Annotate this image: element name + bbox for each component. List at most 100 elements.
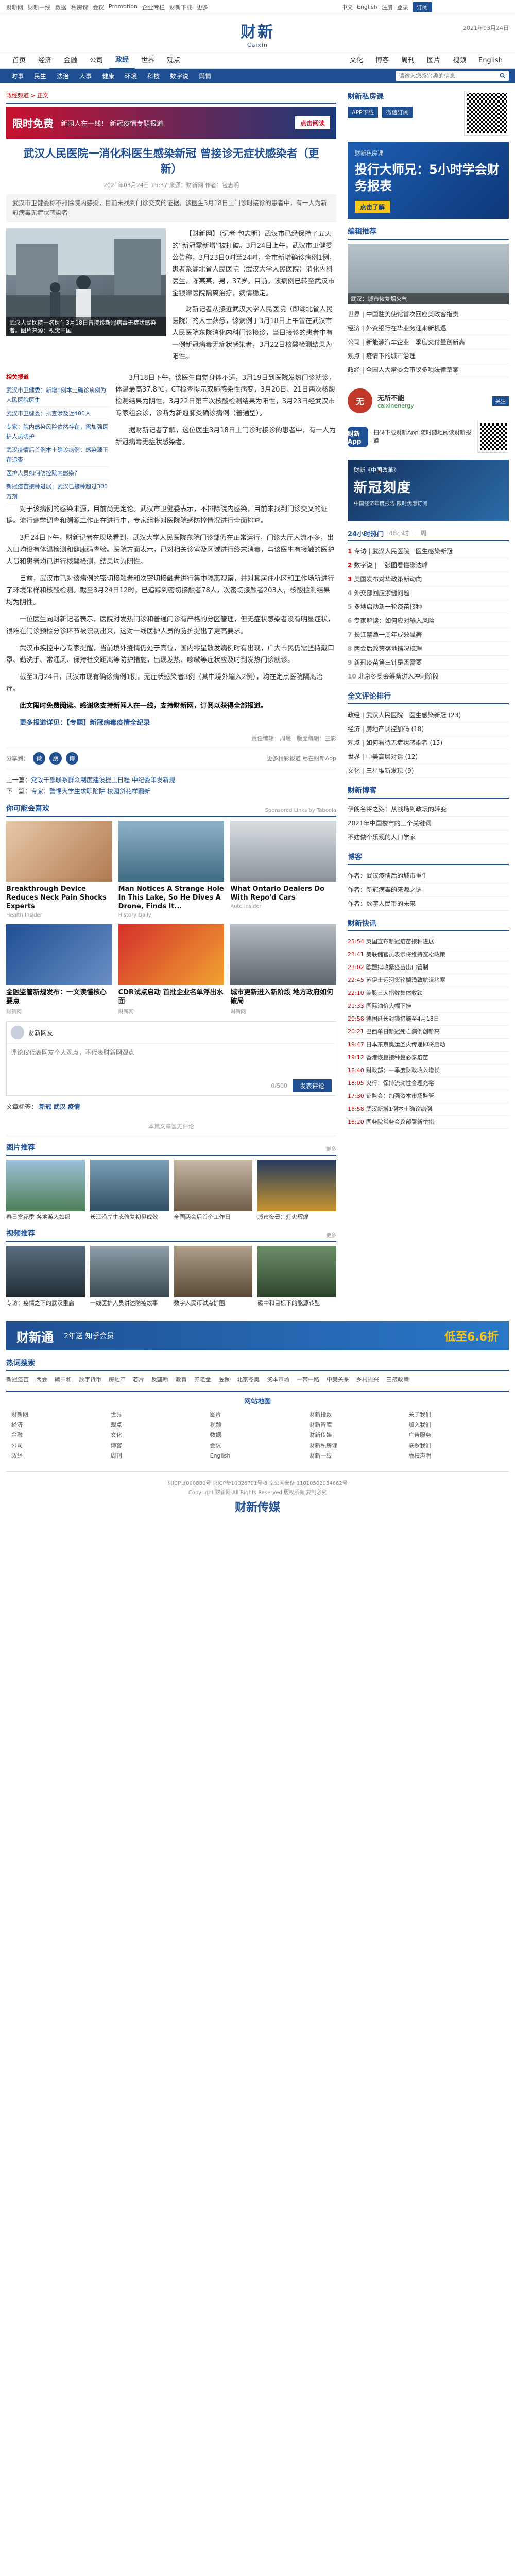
- more-reading-link[interactable]: 更多报道详见：【专题】新冠病毒疫情全纪录: [6, 717, 336, 729]
- comment-rank-item[interactable]: 文化 | 三星堆新发现 (9): [348, 764, 509, 778]
- site-map-link[interactable]: 财新私房课: [309, 1440, 404, 1451]
- site-map-link[interactable]: 广告服务: [408, 1430, 504, 1440]
- site-map-link[interactable]: English: [210, 1451, 305, 1461]
- ranking-item[interactable]: 4 外交部回应涉疆问题: [348, 586, 509, 600]
- top-link[interactable]: Promotion: [109, 3, 138, 11]
- related-link[interactable]: 医护人员如何防控院内感染？: [6, 467, 109, 480]
- newsflash-item[interactable]: 22:10 美股三大指数集体收跌: [348, 987, 509, 1000]
- video-item[interactable]: 一线医护人员讲述防疫故事: [90, 1246, 169, 1307]
- wechat-subscribe-button[interactable]: 微信订阅: [382, 107, 413, 118]
- lang-zh[interactable]: 中文: [341, 3, 353, 11]
- newsflash-item[interactable]: 20:21 巴西单日新冠死亡病例创新高: [348, 1026, 509, 1039]
- site-map-link[interactable]: 公司: [11, 1440, 107, 1451]
- site-map-link[interactable]: 财新网: [11, 1410, 107, 1420]
- top-link[interactable]: 数据: [55, 3, 66, 11]
- course-ad[interactable]: 财新私房课 投行大师兄：5小时学会财务报表 点击了解: [348, 142, 509, 219]
- related-link[interactable]: 武汉市卫健委：排查涉及近400人: [6, 407, 109, 420]
- nav-item-active[interactable]: 政经: [109, 53, 135, 69]
- hot-word-link[interactable]: 教育: [176, 1375, 187, 1383]
- site-map-link[interactable]: 财新智库: [309, 1420, 404, 1430]
- site-map-link[interactable]: 联系我们: [408, 1440, 504, 1451]
- video-strip-more[interactable]: 更多: [326, 1231, 336, 1239]
- comment-input[interactable]: [7, 1044, 336, 1075]
- nav-item[interactable]: 首页: [6, 53, 32, 69]
- related-link[interactable]: 武汉疫情后首例本土确诊病例：感染源正在追查: [6, 444, 109, 467]
- tab-24h[interactable]: 24小时热门: [348, 529, 384, 538]
- recommend-card[interactable]: Man Notices A Strange Hole In This Lake,…: [118, 821, 225, 918]
- subnav-item[interactable]: 民生: [29, 72, 52, 80]
- subnav-item[interactable]: 人事: [74, 72, 97, 80]
- nav-item[interactable]: English: [472, 53, 509, 69]
- prev-article-link[interactable]: 党政干部联系群众制度建设提上日程 中纪委印发新规: [31, 776, 175, 784]
- video-item[interactable]: 专访：疫情之下的武汉重启: [6, 1246, 85, 1307]
- weibo-share-icon[interactable]: 博: [66, 752, 78, 765]
- search-icon[interactable]: [496, 71, 509, 81]
- subnav-item[interactable]: 健康: [97, 72, 119, 80]
- app-promo-text[interactable]: 更多精彩报道 尽在财新App: [267, 754, 336, 762]
- hot-word-link[interactable]: 资本市场: [267, 1375, 289, 1383]
- related-link[interactable]: 新冠疫苗接种进展：武汉已接种超过300万剂: [6, 480, 109, 503]
- photo-item[interactable]: 春日赏花季 各地游人如织: [6, 1160, 85, 1221]
- related-link[interactable]: 专家：院内感染风险依然存在，需加强医护人员防护: [6, 420, 109, 444]
- nav-item[interactable]: 文化: [344, 53, 369, 69]
- top-link[interactable]: 财新一线: [28, 3, 50, 11]
- newsflash-item[interactable]: 19:47 日本东京奥运圣火传递即将启动: [348, 1039, 509, 1052]
- recommend-card[interactable]: 金融监管新规发布：一文读懂核心要点 财新网: [6, 924, 112, 1015]
- nav-item[interactable]: 经济: [32, 53, 58, 69]
- top-link[interactable]: 财新下载: [169, 3, 192, 11]
- ranking-item[interactable]: 9 新冠疫苗第三针是否需要: [348, 656, 509, 670]
- photo-strip-more[interactable]: 更多: [326, 1145, 336, 1153]
- editor-pick-item[interactable]: 世界 | 中国驻美使馆首次回应美政客指责: [348, 308, 509, 321]
- recommend-card[interactable]: CDR试点启动 首批企业名单浮出水面 财新网: [118, 924, 225, 1015]
- subscribe-button[interactable]: 订阅: [412, 2, 432, 12]
- wechat-share-icon[interactable]: 微: [33, 752, 45, 765]
- app-download-button[interactable]: APP下载: [348, 107, 378, 118]
- video-item[interactable]: 碳中和目标下的能源转型: [258, 1246, 336, 1307]
- subnav-item[interactable]: 科技: [142, 72, 165, 80]
- site-map-link[interactable]: 数据: [210, 1430, 305, 1440]
- newsflash-item[interactable]: 22:45 苏伊士运河货轮搁浅致航道堵塞: [348, 974, 509, 987]
- app-icon[interactable]: 财新App: [348, 427, 368, 447]
- site-map-link[interactable]: 财新一线: [309, 1451, 404, 1461]
- blogger-item[interactable]: 作者：武汉疫情后的城市重生: [348, 869, 509, 883]
- nav-item[interactable]: 公司: [83, 53, 109, 69]
- photo-item[interactable]: 长江沿岸生态修复初见成效: [90, 1160, 169, 1221]
- hot-word-link[interactable]: 反垄断: [151, 1375, 168, 1383]
- lang-en[interactable]: English: [357, 4, 377, 10]
- news-photo[interactable]: 武汉人民医院一名医生3月18日曾接诊新冠病毒无症状感染者。图片来源：视觉中国: [6, 228, 166, 336]
- promo-banner[interactable]: 限时免费 新闻人在一线！ 新冠疫情专题报道 点击阅读: [6, 107, 336, 139]
- ranking-item[interactable]: 3 美国发布对华政策新动向: [348, 572, 509, 586]
- submit-comment-button[interactable]: 发表评论: [292, 1079, 332, 1092]
- blog-item[interactable]: 不妨做个乐观的人口学家: [348, 831, 509, 844]
- site-map-link[interactable]: 视频: [210, 1420, 305, 1430]
- tag-link[interactable]: 疫情: [68, 1103, 80, 1110]
- tag-link[interactable]: 武汉: [54, 1103, 66, 1110]
- newsflash-item[interactable]: 18:40 财政部：一季度财政收入增长: [348, 1064, 509, 1077]
- site-map-link[interactable]: 版权声明: [408, 1451, 504, 1461]
- newsflash-item[interactable]: 23:41 美联储官员表示将维持宽松政策: [348, 948, 509, 961]
- hot-word-link[interactable]: 三孩政策: [386, 1375, 409, 1383]
- site-map-link[interactable]: 政经: [11, 1451, 107, 1461]
- hot-word-link[interactable]: 房地产: [109, 1375, 126, 1383]
- hot-word-link[interactable]: 中美关系: [327, 1375, 349, 1383]
- blog-item[interactable]: 2021年中国楼市的三个关键词: [348, 817, 509, 831]
- editor-pick-item[interactable]: 经济 | 外资银行在华业务迎来新机遇: [348, 321, 509, 335]
- comment-rank-item[interactable]: 政经 | 武汉人民医院一医生感染新冠 (23): [348, 708, 509, 722]
- blogger-item[interactable]: 作者：数字人民币的未来: [348, 897, 509, 911]
- course-ad-button[interactable]: 点击了解: [355, 201, 390, 213]
- site-map-link[interactable]: 财新传媒: [309, 1430, 404, 1440]
- newsflash-item[interactable]: 21:33 国际油价大幅下挫: [348, 1000, 509, 1013]
- photo-item[interactable]: 全国两会后首个工作日: [174, 1160, 253, 1221]
- top-link[interactable]: 私房课: [71, 3, 88, 11]
- newsflash-item[interactable]: 23:54 英国宣布新冠疫苗接种进展: [348, 936, 509, 948]
- site-map-link[interactable]: 观点: [111, 1420, 206, 1430]
- recommend-card[interactable]: 城市更新进入新阶段 地方政府如何破局 财新网: [230, 924, 336, 1015]
- comment-rank-item[interactable]: 世界 | 中美高层对话 (12): [348, 750, 509, 764]
- promo-button[interactable]: 点击阅读: [295, 116, 330, 129]
- editor-pick-image[interactable]: 武汉：城市恢复烟火气: [348, 244, 509, 304]
- recommend-card[interactable]: Breakthrough Device Reduces Neck Pain Sh…: [6, 821, 112, 918]
- site-map-link[interactable]: 博客: [111, 1440, 206, 1451]
- site-map-link[interactable]: 经济: [11, 1420, 107, 1430]
- site-map-link[interactable]: 图片: [210, 1410, 305, 1420]
- top-link[interactable]: 财新网: [6, 3, 23, 11]
